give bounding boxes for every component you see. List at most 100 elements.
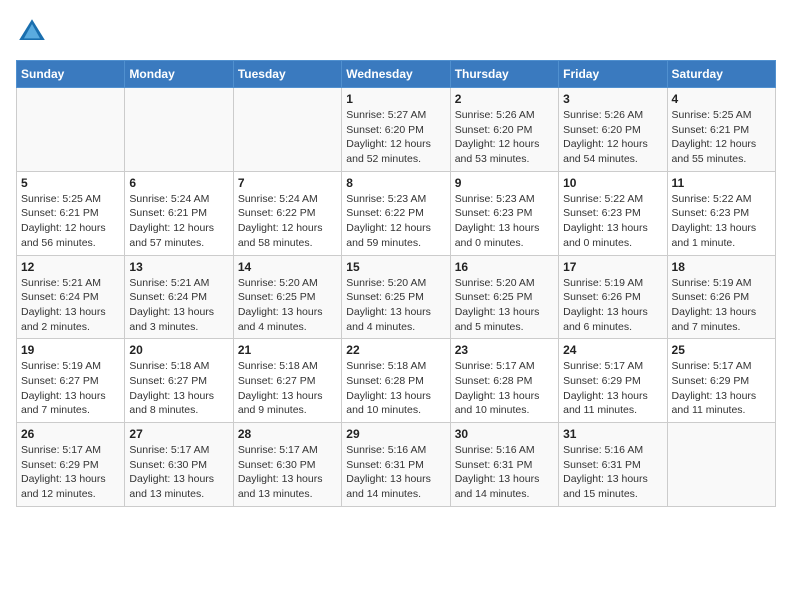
- header-wednesday: Wednesday: [342, 61, 450, 88]
- week-row-0: 1 Sunrise: 5:27 AM Sunset: 6:20 PM Daylig…: [17, 88, 776, 172]
- day-info: Sunrise: 5:16 AM Sunset: 6:31 PM Dayligh…: [346, 443, 445, 502]
- calendar-cell: 30 Sunrise: 5:16 AM Sunset: 6:31 PM Dayli…: [450, 423, 558, 507]
- header-friday: Friday: [559, 61, 667, 88]
- day-number: 4: [672, 92, 771, 106]
- day-info: Sunrise: 5:26 AM Sunset: 6:20 PM Dayligh…: [455, 108, 554, 167]
- day-info: Sunrise: 5:21 AM Sunset: 6:24 PM Dayligh…: [21, 276, 120, 335]
- calendar-cell: 1 Sunrise: 5:27 AM Sunset: 6:20 PM Daylig…: [342, 88, 450, 172]
- calendar-cell: 14 Sunrise: 5:20 AM Sunset: 6:25 PM Dayli…: [233, 255, 341, 339]
- calendar-cell: 10Sunrise: 5:22 AM Sunset: 6:23 PM Dayli…: [559, 171, 667, 255]
- day-info: Sunrise: 5:25 AM Sunset: 6:21 PM Dayligh…: [21, 192, 120, 251]
- day-info: Sunrise: 5:17 AM Sunset: 6:29 PM Dayligh…: [21, 443, 120, 502]
- calendar-cell: 26 Sunrise: 5:17 AM Sunset: 6:29 PM Dayli…: [17, 423, 125, 507]
- calendar-cell: 11 Sunrise: 5:22 AM Sunset: 6:23 PM Dayli…: [667, 171, 775, 255]
- day-info: Sunrise: 5:22 AM Sunset: 6:23 PM Dayligh…: [563, 192, 662, 251]
- day-info: Sunrise: 5:16 AM Sunset: 6:31 PM Dayligh…: [563, 443, 662, 502]
- calendar-cell: 19 Sunrise: 5:19 AM Sunset: 6:27 PM Dayli…: [17, 339, 125, 423]
- header-row: SundayMondayTuesdayWednesdayThursdayFrid…: [17, 61, 776, 88]
- day-number: 14: [238, 260, 337, 274]
- day-info: Sunrise: 5:19 AM Sunset: 6:26 PM Dayligh…: [563, 276, 662, 335]
- day-number: 8: [346, 176, 445, 190]
- day-info: Sunrise: 5:26 AM Sunset: 6:20 PM Dayligh…: [563, 108, 662, 167]
- day-number: 11: [672, 176, 771, 190]
- day-info: Sunrise: 5:17 AM Sunset: 6:29 PM Dayligh…: [563, 359, 662, 418]
- day-number: 19: [21, 343, 120, 357]
- day-info: Sunrise: 5:22 AM Sunset: 6:23 PM Dayligh…: [672, 192, 771, 251]
- calendar-cell: 7 Sunrise: 5:24 AM Sunset: 6:22 PM Daylig…: [233, 171, 341, 255]
- day-number: 16: [455, 260, 554, 274]
- page-header: [16, 16, 776, 48]
- calendar-cell: 15 Sunrise: 5:20 AM Sunset: 6:25 PM Dayli…: [342, 255, 450, 339]
- day-info: Sunrise: 5:16 AM Sunset: 6:31 PM Dayligh…: [455, 443, 554, 502]
- logo-icon: [16, 16, 48, 48]
- day-info: Sunrise: 5:25 AM Sunset: 6:21 PM Dayligh…: [672, 108, 771, 167]
- day-number: 12: [21, 260, 120, 274]
- day-info: Sunrise: 5:17 AM Sunset: 6:29 PM Dayligh…: [672, 359, 771, 418]
- day-number: 18: [672, 260, 771, 274]
- calendar-cell: 22 Sunrise: 5:18 AM Sunset: 6:28 PM Dayli…: [342, 339, 450, 423]
- calendar-cell: [233, 88, 341, 172]
- day-number: 31: [563, 427, 662, 441]
- day-info: Sunrise: 5:19 AM Sunset: 6:27 PM Dayligh…: [21, 359, 120, 418]
- calendar-table: SundayMondayTuesdayWednesdayThursdayFrid…: [16, 60, 776, 507]
- calendar-cell: 2 Sunrise: 5:26 AM Sunset: 6:20 PM Daylig…: [450, 88, 558, 172]
- calendar-cell: 17 Sunrise: 5:19 AM Sunset: 6:26 PM Dayli…: [559, 255, 667, 339]
- day-info: Sunrise: 5:20 AM Sunset: 6:25 PM Dayligh…: [455, 276, 554, 335]
- day-info: Sunrise: 5:20 AM Sunset: 6:25 PM Dayligh…: [238, 276, 337, 335]
- calendar-cell: 21Sunrise: 5:18 AM Sunset: 6:27 PM Dayli…: [233, 339, 341, 423]
- header-saturday: Saturday: [667, 61, 775, 88]
- day-info: Sunrise: 5:18 AM Sunset: 6:28 PM Dayligh…: [346, 359, 445, 418]
- day-number: 17: [563, 260, 662, 274]
- day-number: 28: [238, 427, 337, 441]
- day-number: 15: [346, 260, 445, 274]
- day-number: 21: [238, 343, 337, 357]
- calendar-cell: 5 Sunrise: 5:25 AM Sunset: 6:21 PM Daylig…: [17, 171, 125, 255]
- day-info: Sunrise: 5:19 AM Sunset: 6:26 PM Dayligh…: [672, 276, 771, 335]
- day-number: 22: [346, 343, 445, 357]
- day-info: Sunrise: 5:24 AM Sunset: 6:21 PM Dayligh…: [129, 192, 228, 251]
- calendar-cell: 20 Sunrise: 5:18 AM Sunset: 6:27 PM Dayli…: [125, 339, 233, 423]
- day-info: Sunrise: 5:24 AM Sunset: 6:22 PM Dayligh…: [238, 192, 337, 251]
- logo: [16, 16, 52, 48]
- calendar-cell: 31 Sunrise: 5:16 AM Sunset: 6:31 PM Dayli…: [559, 423, 667, 507]
- day-number: 6: [129, 176, 228, 190]
- header-monday: Monday: [125, 61, 233, 88]
- calendar-cell: 3 Sunrise: 5:26 AM Sunset: 6:20 PM Daylig…: [559, 88, 667, 172]
- day-info: Sunrise: 5:27 AM Sunset: 6:20 PM Dayligh…: [346, 108, 445, 167]
- calendar-cell: 9 Sunrise: 5:23 AM Sunset: 6:23 PM Daylig…: [450, 171, 558, 255]
- day-number: 26: [21, 427, 120, 441]
- calendar-cell: [667, 423, 775, 507]
- calendar-cell: 6 Sunrise: 5:24 AM Sunset: 6:21 PM Daylig…: [125, 171, 233, 255]
- day-number: 27: [129, 427, 228, 441]
- day-number: 9: [455, 176, 554, 190]
- calendar-cell: 28 Sunrise: 5:17 AM Sunset: 6:30 PM Dayli…: [233, 423, 341, 507]
- day-number: 24: [563, 343, 662, 357]
- day-info: Sunrise: 5:20 AM Sunset: 6:25 PM Dayligh…: [346, 276, 445, 335]
- day-number: 30: [455, 427, 554, 441]
- calendar-cell: 8Sunrise: 5:23 AM Sunset: 6:22 PM Daylig…: [342, 171, 450, 255]
- day-number: 25: [672, 343, 771, 357]
- calendar-cell: 24 Sunrise: 5:17 AM Sunset: 6:29 PM Dayli…: [559, 339, 667, 423]
- day-info: Sunrise: 5:23 AM Sunset: 6:23 PM Dayligh…: [455, 192, 554, 251]
- day-info: Sunrise: 5:21 AM Sunset: 6:24 PM Dayligh…: [129, 276, 228, 335]
- calendar-cell: 23 Sunrise: 5:17 AM Sunset: 6:28 PM Dayli…: [450, 339, 558, 423]
- calendar-cell: 13Sunrise: 5:21 AM Sunset: 6:24 PM Dayli…: [125, 255, 233, 339]
- day-info: Sunrise: 5:17 AM Sunset: 6:30 PM Dayligh…: [238, 443, 337, 502]
- week-row-1: 5 Sunrise: 5:25 AM Sunset: 6:21 PM Daylig…: [17, 171, 776, 255]
- week-row-4: 26 Sunrise: 5:17 AM Sunset: 6:29 PM Dayli…: [17, 423, 776, 507]
- day-number: 7: [238, 176, 337, 190]
- day-number: 3: [563, 92, 662, 106]
- calendar-cell: [17, 88, 125, 172]
- header-tuesday: Tuesday: [233, 61, 341, 88]
- day-number: 5: [21, 176, 120, 190]
- calendar-cell: 29 Sunrise: 5:16 AM Sunset: 6:31 PM Dayli…: [342, 423, 450, 507]
- day-number: 23: [455, 343, 554, 357]
- day-number: 1: [346, 92, 445, 106]
- week-row-3: 19 Sunrise: 5:19 AM Sunset: 6:27 PM Dayli…: [17, 339, 776, 423]
- day-info: Sunrise: 5:18 AM Sunset: 6:27 PM Dayligh…: [129, 359, 228, 418]
- day-number: 2: [455, 92, 554, 106]
- day-info: Sunrise: 5:17 AM Sunset: 6:28 PM Dayligh…: [455, 359, 554, 418]
- calendar-cell: 12 Sunrise: 5:21 AM Sunset: 6:24 PM Dayli…: [17, 255, 125, 339]
- day-number: 29: [346, 427, 445, 441]
- day-number: 20: [129, 343, 228, 357]
